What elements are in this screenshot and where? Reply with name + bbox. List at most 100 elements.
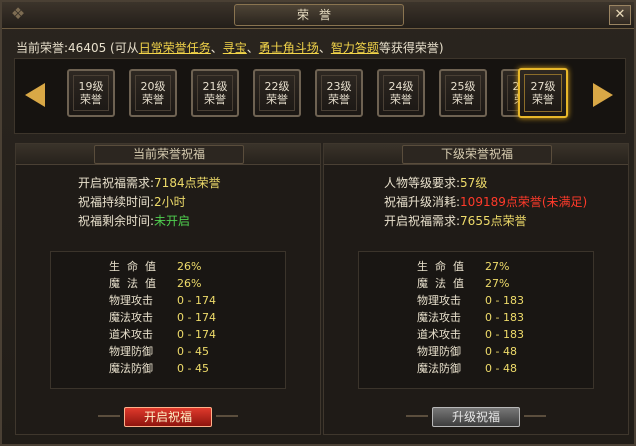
info-value: 7184点荣誉 [154,176,221,190]
stat-label: 魔法攻击 [417,311,461,324]
level-box-24[interactable]: 24级 荣誉 [377,69,425,117]
level-box-23[interactable]: 23级 荣誉 [315,69,363,117]
ornament-icon: ❖ [10,4,26,23]
honor-hint-suffix: 等获得荣誉) [378,41,444,55]
info-value: 2小时 [154,195,186,209]
stat-row: 道术攻击 0 - 183 [417,326,524,343]
stat-row: 魔法攻击 0 - 174 [109,309,216,326]
panel-header: 下级荣誉祝福 [324,144,628,165]
stat-value: 0 - 48 [485,345,517,358]
level-box-22[interactable]: 22级 荣誉 [253,69,301,117]
stat-row: 魔法防御 0 - 45 [109,360,216,377]
next-arrow-icon[interactable] [593,83,613,107]
close-button[interactable]: ✕ [609,5,631,25]
info-label: 祝福升级消耗: [384,195,461,209]
stat-value: 0 - 48 [485,362,517,375]
window-title: 荣誉 [234,4,404,26]
separator: 、 [210,41,223,55]
stat-value: 0 - 174 [177,294,216,307]
stat-row: 道术攻击 0 - 174 [109,326,216,343]
link-warrior-arena[interactable]: 勇士角斗场 [259,41,319,55]
stat-label: 魔法防御 [417,362,461,375]
button-ornament [406,409,428,423]
level-box-25[interactable]: 25级 荣誉 [439,69,487,117]
level-label: 荣誉 [328,93,350,106]
honor-value: 46405 [68,41,107,55]
info-row: 人物等级要求:57级 [384,174,587,193]
level-number: 19级 [78,80,104,93]
info-value: 57级 [460,176,488,190]
stat-label: 魔法值 [109,277,163,290]
level-number: 22级 [264,80,290,93]
stat-row: 物理攻击 0 - 183 [417,292,524,309]
upgrade-blessing-button[interactable]: 升级祝福 [432,407,520,427]
level-selector: 19级 荣誉 20级 荣誉 21级 荣誉 22级 荣誉 23级 荣誉 24级 荣誉 25级荣… [14,58,626,134]
stat-value: 0 - 174 [177,311,216,324]
stat-label: 生命值 [417,260,471,273]
honor-hint-prefix: (可从 [106,41,139,55]
info-label: 祝福持续时间: [78,195,155,209]
level-label: 荣誉 [80,93,102,106]
level-number: 24级 [388,80,414,93]
link-daily-honor-task[interactable]: 日常荣誉任务 [139,41,211,55]
panel-header: 当前荣誉祝福 [16,144,320,165]
current-blessing-panel: 当前荣誉祝福 开启祝福需求:7184点荣誉 祝福持续时间:2小时 祝福剩余时间:… [15,143,321,435]
info-row: 开启祝福需求:7184点荣誉 [78,174,221,193]
stat-row: 魔法值 26% [109,275,216,292]
stat-row: 生命值 27% [417,258,524,275]
level-label: 荣誉 [532,93,554,106]
button-ornament [98,409,120,423]
next-info: 人物等级要求:57级 祝福升级消耗:109189点荣誉(未满足) 开启祝福需求:… [384,174,587,231]
stat-label: 物理防御 [417,345,461,358]
stat-value: 0 - 183 [485,328,524,341]
stat-label: 魔法值 [417,277,471,290]
separator: 、 [318,41,331,55]
stat-value: 26% [177,277,202,290]
info-row: 开启祝福需求:7655点荣誉 [384,212,587,231]
stat-label: 道术攻击 [417,328,461,341]
info-value: 7655点荣誉 [460,214,527,228]
level-box-21[interactable]: 21级 荣誉 [191,69,239,117]
title-bar[interactable]: ❖ 荣誉 ✕ [2,2,634,29]
honor-label: 当前荣誉: [16,41,69,55]
button-ornament [524,409,546,423]
honor-window: ❖ 荣誉 ✕ 当前荣誉:46405 (可从日常荣誉任务、寻宝、勇士角斗场、智力答… [0,0,636,446]
current-stats-box: 生命值 26% 魔法值 26% 物理攻击 0 - 174 魔法攻击 0 - 174 道术… [50,251,286,389]
panel-title: 当前荣誉祝福 [94,145,244,164]
prev-arrow-icon[interactable] [25,83,45,107]
level-label: 荣誉 [204,93,226,106]
info-label: 祝福剩余时间: [78,214,155,228]
activate-blessing-button[interactable]: 开启祝福 [124,407,212,427]
stat-row: 魔法攻击 0 - 183 [417,309,524,326]
next-blessing-panel: 下级荣誉祝福 人物等级要求:57级 祝福升级消耗:109189点荣誉(未满足) … [323,143,629,435]
button-ornament [216,409,238,423]
info-label: 开启祝福需求: [78,176,155,190]
level-box-27-selected[interactable]: 27级 荣誉 [518,68,568,118]
stat-value: 0 - 183 [485,294,524,307]
current-honor-line: 当前荣誉:46405 (可从日常荣誉任务、寻宝、勇士角斗场、智力答题等获得荣誉) [16,39,444,56]
level-number: 27级 [530,80,556,93]
stat-value: 27% [485,277,510,290]
level-number: 25级 [450,80,476,93]
stat-label: 道术攻击 [109,328,153,341]
stat-value: 0 - 174 [177,328,216,341]
level-box-20[interactable]: 20级 荣誉 [129,69,177,117]
level-number: 20级 [140,80,166,93]
stat-value: 26% [177,260,202,273]
stat-row: 魔法值 27% [417,275,524,292]
level-label: 荣誉 [142,93,164,106]
level-box-19[interactable]: 19级 荣誉 [67,69,115,117]
stat-label: 物理攻击 [109,294,153,307]
link-quiz[interactable]: 智力答题 [331,41,379,55]
stat-label: 物理攻击 [417,294,461,307]
link-treasure-hunt[interactable]: 寻宝 [223,41,247,55]
current-info: 开启祝福需求:7184点荣誉 祝福持续时间:2小时 祝福剩余时间:未开启 [78,174,221,231]
level-number: 21级 [202,80,228,93]
level-number: 23级 [326,80,352,93]
stat-label: 魔法防御 [109,362,153,375]
info-row: 祝福持续时间:2小时 [78,193,221,212]
stat-row: 物理防御 0 - 45 [109,343,216,360]
stat-label: 物理防御 [109,345,153,358]
stat-row: 物理防御 0 - 48 [417,343,524,360]
stat-row: 生命值 26% [109,258,216,275]
